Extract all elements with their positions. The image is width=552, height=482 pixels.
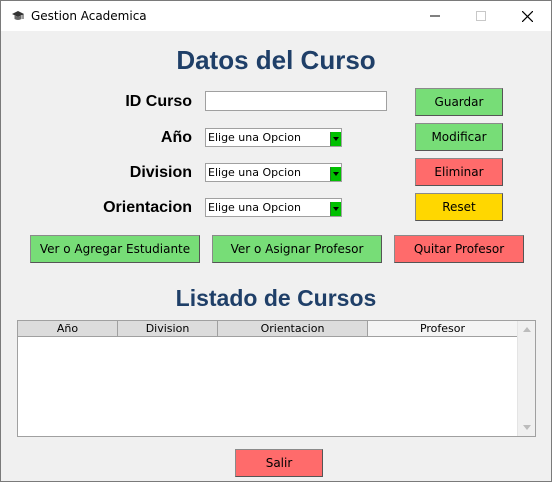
app-window: Gestion Academica Datos del Curso ID Cur…	[0, 0, 552, 482]
eliminar-button[interactable]: Eliminar	[415, 158, 503, 186]
scroll-down-icon[interactable]	[523, 425, 531, 430]
guardar-button[interactable]: Guardar	[415, 88, 503, 116]
close-button[interactable]	[504, 1, 550, 31]
anio-select[interactable]: Elige una Opcion	[205, 128, 342, 147]
close-icon	[521, 10, 533, 22]
column-header-anio[interactable]: Año	[18, 321, 118, 337]
division-label: Division	[129, 164, 192, 181]
reset-button[interactable]: Reset	[415, 193, 503, 221]
orientacion-select[interactable]: Elige una Opcion	[205, 198, 342, 217]
list-title: Listado de Cursos	[175, 285, 377, 311]
column-header-division[interactable]: Division	[118, 321, 218, 337]
anio-label: Año	[160, 129, 192, 146]
maximize-button[interactable]	[458, 1, 504, 31]
scroll-up-icon[interactable]	[523, 327, 531, 332]
chevron-down-icon[interactable]	[330, 202, 341, 216]
salir-button[interactable]: Salir	[235, 449, 323, 477]
orientacion-select-value: Elige una Opcion	[208, 201, 301, 214]
modificar-button[interactable]: Modificar	[415, 123, 503, 151]
chevron-down-icon[interactable]	[330, 132, 341, 146]
division-select[interactable]: Elige una Opcion	[205, 163, 342, 182]
division-select-value: Elige una Opcion	[208, 166, 301, 179]
column-header-orientacion[interactable]: Orientacion	[218, 321, 368, 337]
vertical-scrollbar[interactable]	[517, 321, 535, 436]
window-title: Gestion Academica	[31, 9, 147, 23]
quitar-profesor-button[interactable]: Quitar Profesor	[394, 235, 524, 263]
minimize-button[interactable]	[412, 1, 458, 31]
ver-agregar-estudiante-button[interactable]: Ver o Agregar Estudiante	[30, 235, 200, 263]
column-header-profesor[interactable]: Profesor	[368, 321, 518, 337]
id-curso-label: ID Curso	[125, 93, 192, 110]
graduation-cap-icon	[12, 11, 24, 20]
title-bar[interactable]: Gestion Academica	[1, 1, 551, 31]
ver-asignar-profesor-button[interactable]: Ver o Asignar Profesor	[212, 235, 382, 263]
orientacion-label: Orientacion	[103, 199, 192, 216]
id-curso-input[interactable]	[205, 91, 387, 111]
anio-select-value: Elige una Opcion	[208, 131, 301, 144]
cursos-table[interactable]: Año Division Orientacion Profesor	[17, 320, 536, 437]
page-title: Datos del Curso	[176, 45, 376, 75]
table-header: Año Division Orientacion Profesor	[18, 321, 518, 337]
minimize-icon	[430, 15, 440, 17]
maximize-icon	[476, 11, 486, 21]
chevron-down-icon[interactable]	[330, 167, 341, 181]
